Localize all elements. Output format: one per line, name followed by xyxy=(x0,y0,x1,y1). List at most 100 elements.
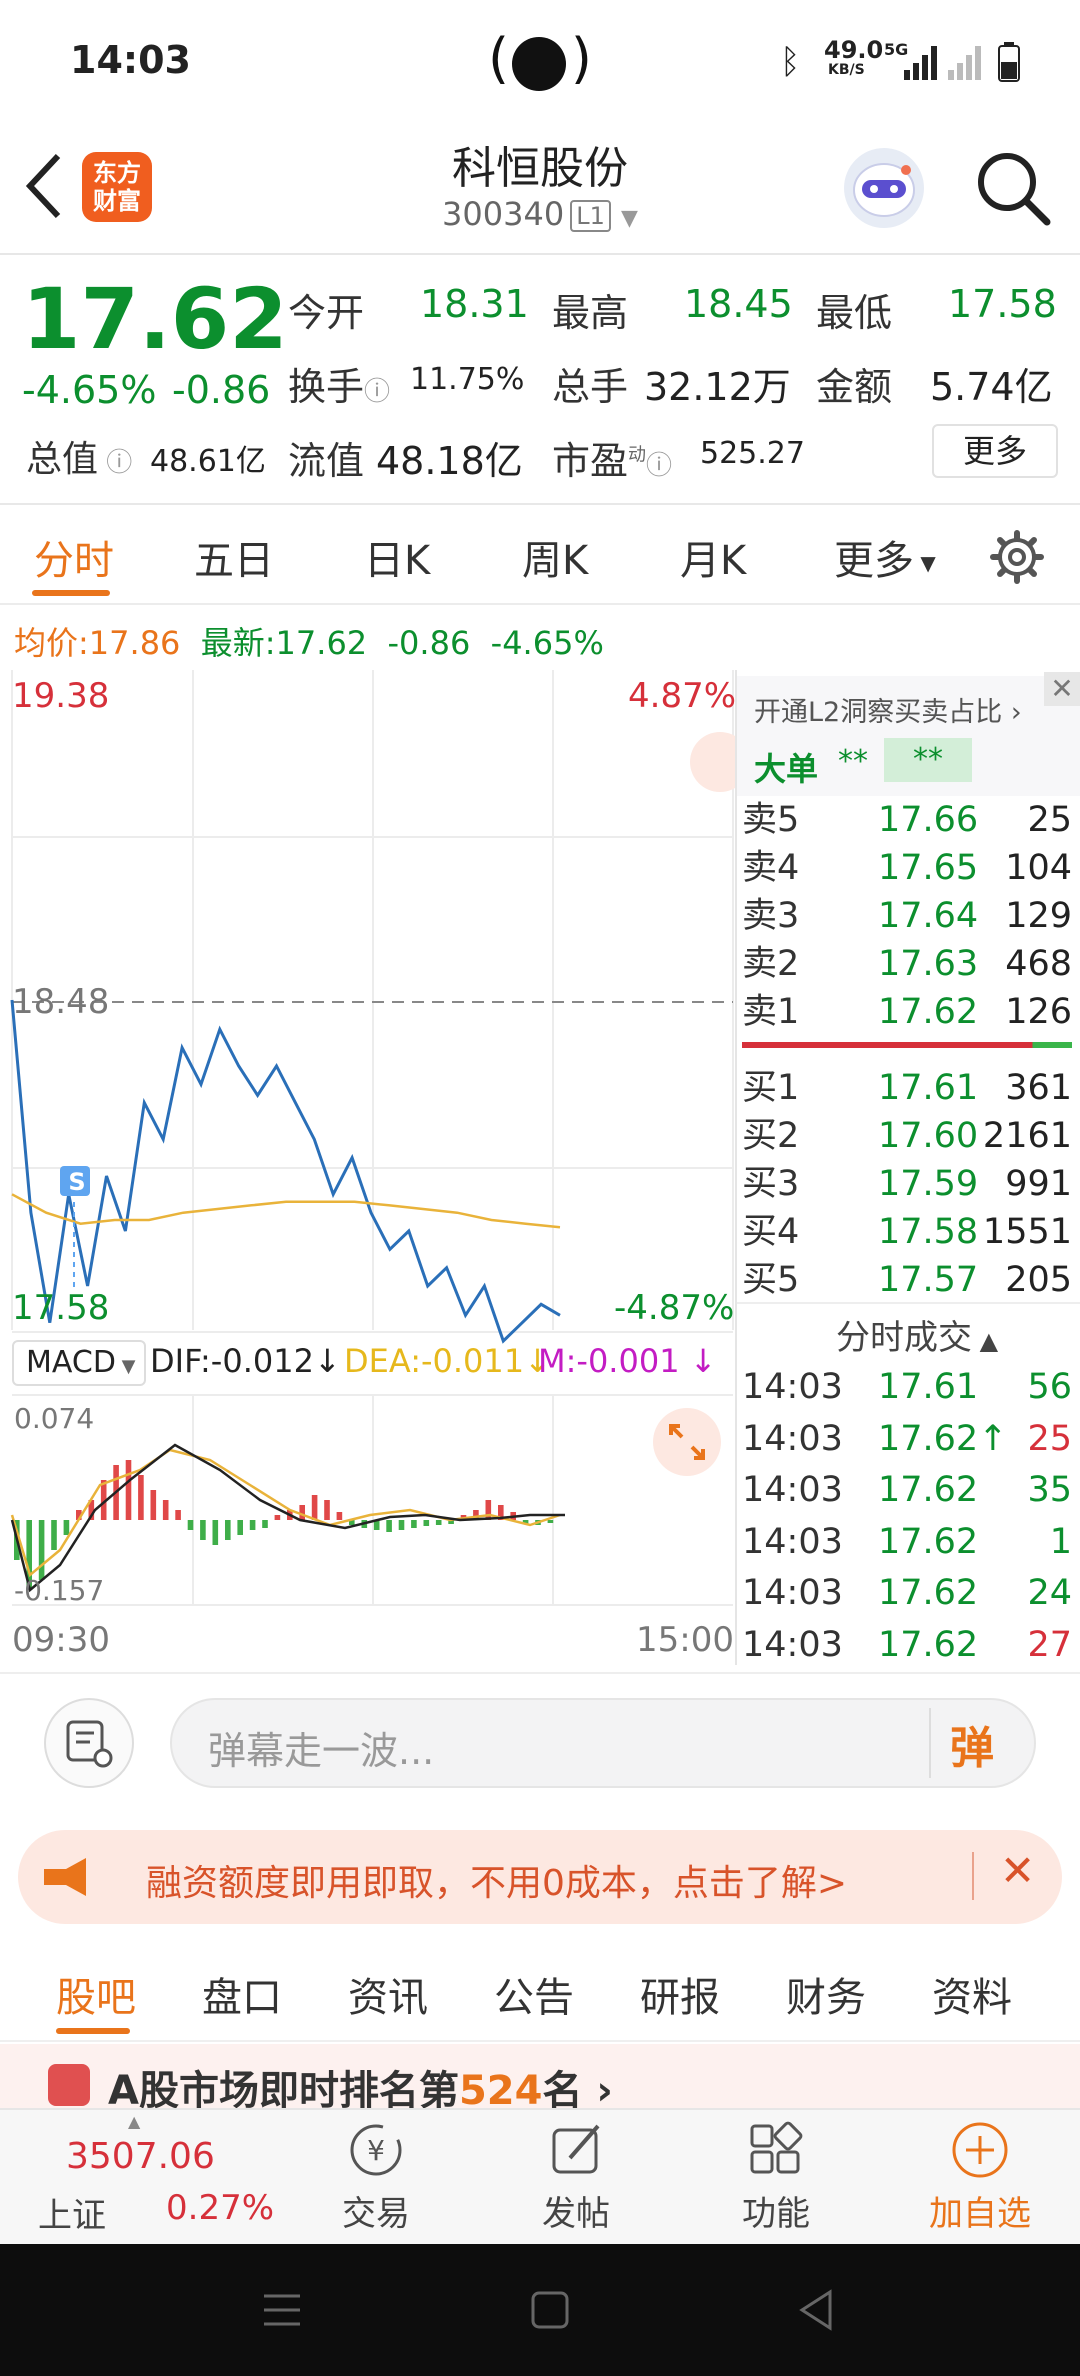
intraday-chart[interactable] xyxy=(0,670,735,1665)
plus-circle-icon xyxy=(952,2122,1008,2178)
macd-bar xyxy=(237,1520,243,1535)
time-axis-end: 15:00 xyxy=(636,1620,734,1660)
trade-button[interactable]: ¥ 交易 xyxy=(326,2118,426,2235)
status-time: 14:03 xyxy=(70,38,191,82)
home-nav-icon[interactable] xyxy=(530,2290,570,2330)
buy-row: 买2 17.60 2161 xyxy=(742,1112,1072,1160)
big-order-label: 大单 xyxy=(754,750,819,788)
row-volume: 27 xyxy=(1027,1624,1072,1665)
macd-bar xyxy=(187,1520,194,1530)
ranking-news[interactable]: A股市场即时排名第524名 › xyxy=(0,2044,1080,2114)
row-label: 14:03 xyxy=(742,1470,843,1510)
edit-icon xyxy=(552,2124,600,2174)
financing-banner[interactable]: 融资额度即用即取，不用0成本，点击了解> ✕ xyxy=(18,1830,1062,1924)
menu-nav-icon[interactable] xyxy=(262,2290,302,2330)
row-volume: 35 xyxy=(1027,1470,1072,1510)
search-icon[interactable] xyxy=(975,150,1051,226)
row-volume: 56 xyxy=(1027,1367,1072,1407)
trades-title[interactable]: 分时成交 ▲ xyxy=(836,1310,998,1359)
trade-row: 14:03 17.62 24 xyxy=(742,1568,1072,1620)
change-percent: -4.65% xyxy=(22,368,157,412)
trade-icon: ¥ xyxy=(350,2124,402,2176)
tab-orderbook[interactable]: 盘口 xyxy=(202,1965,282,2023)
post-button[interactable]: 发帖 xyxy=(526,2118,626,2235)
tab-daily-k[interactable]: 日K xyxy=(364,528,430,586)
row-price: 17.66 xyxy=(878,800,979,840)
tab-news[interactable]: 资讯 xyxy=(348,1965,428,2023)
back-nav-icon[interactable] xyxy=(796,2288,836,2332)
trade-row: 14:03 17.61 56 xyxy=(742,1362,1072,1414)
time-axis-start: 09:30 xyxy=(12,1620,110,1660)
bid-ask-ratio-bar xyxy=(742,1042,1072,1048)
row-price: 17.62 xyxy=(878,1573,979,1613)
index-change[interactable]: 0.27% xyxy=(166,2188,274,2228)
danmu-settings-icon[interactable] xyxy=(44,1698,134,1788)
mktcap-label: 总值 ⓘ xyxy=(26,439,133,480)
index-name[interactable]: 上证 xyxy=(38,2188,106,2237)
robot-assistant-icon[interactable] xyxy=(844,148,924,228)
active-tab-indicator xyxy=(32,590,110,596)
tab-more[interactable]: 更多 ▼ xyxy=(834,528,936,586)
row-volume: 129 xyxy=(1005,896,1072,936)
tab-weekly-k[interactable]: 周K xyxy=(522,528,588,586)
row-label: 买1 xyxy=(742,1068,800,1108)
row-price: 17.62 xyxy=(878,1521,979,1562)
tab-monthly-k[interactable]: 月K xyxy=(680,528,746,586)
macd-bar xyxy=(138,1475,144,1520)
macd-bar xyxy=(63,1520,70,1535)
indicator-selector[interactable]: MACD ▼ xyxy=(12,1340,146,1386)
index-value[interactable]: 3507.06 xyxy=(66,2136,215,2177)
macd-bar xyxy=(38,1520,45,1580)
macd-bar xyxy=(485,1500,492,1520)
amount-value: 5.74亿 xyxy=(930,365,1053,409)
row-price: 17.61 xyxy=(878,1068,979,1108)
system-icons: ᛒ 49.0 KB/S 5G xyxy=(780,36,1060,88)
settings-gear-icon[interactable] xyxy=(990,530,1044,584)
bottom-tab-indicator xyxy=(56,2028,130,2034)
y-axis-mid: 18.48 xyxy=(12,982,110,1022)
high-label: 最高 xyxy=(552,291,629,335)
close-banner-icon[interactable]: ✕ xyxy=(1000,1846,1035,1895)
add-watchlist-button[interactable]: 加自选 xyxy=(920,2118,1040,2235)
trade-row: 14:03 17.62↑ 25 xyxy=(742,1414,1072,1466)
row-label: 买3 xyxy=(742,1164,800,1204)
row-price: 17.61 xyxy=(878,1367,979,1407)
turnover-value: 11.75% xyxy=(410,362,525,397)
row-volume: 361 xyxy=(1005,1068,1072,1108)
volume-value: 32.12万 xyxy=(644,365,791,409)
row-price: 17.58 xyxy=(878,1212,979,1252)
row-label: 卖2 xyxy=(742,944,800,984)
average-price-line xyxy=(11,1193,561,1229)
close-l2-icon[interactable]: ✕ xyxy=(1044,672,1080,706)
macd-axis-bottom: -0.157 xyxy=(14,1574,105,1607)
macd-bar xyxy=(336,1512,343,1520)
sell-row: 卖4 17.65 104 xyxy=(742,844,1072,892)
row-label: 买4 xyxy=(742,1212,800,1252)
tab-forum[interactable]: 股吧 xyxy=(56,1965,136,2023)
y-axis-top: 19.38 xyxy=(12,676,110,716)
macd-bar xyxy=(175,1510,181,1520)
tab-announcements[interactable]: 公告 xyxy=(494,1965,574,2023)
buy-row: 买3 17.59 991 xyxy=(742,1160,1072,1208)
volume-label: 总手 xyxy=(552,365,629,409)
tab-research[interactable]: 研报 xyxy=(640,1965,720,2023)
features-button[interactable]: 功能 xyxy=(726,2118,826,2235)
mktcap-value: 48.61亿 xyxy=(150,444,266,479)
more-quote-button[interactable]: 更多 xyxy=(932,424,1058,478)
tab-profile[interactable]: 资料 xyxy=(932,1965,1012,2023)
big-order-value2: ** xyxy=(884,738,972,782)
danmu-input[interactable]: 弹幕走一波... xyxy=(170,1698,1036,1788)
row-price: 17.62 xyxy=(878,992,979,1032)
l2-promo-text[interactable]: 开通L2洞察买卖占比 › xyxy=(754,690,1022,729)
tab-intraday[interactable]: 分时 xyxy=(34,528,114,586)
pe-label: 市盈动ⓘ xyxy=(552,439,673,483)
macd-bar xyxy=(125,1460,132,1520)
row-volume: 2161 xyxy=(982,1116,1072,1156)
row-label: 14:03 xyxy=(742,1573,843,1613)
tab-five-day[interactable]: 五日 xyxy=(194,528,274,586)
macd-bar xyxy=(411,1520,417,1528)
tab-financials[interactable]: 财务 xyxy=(786,1965,866,2023)
danmu-toggle-button[interactable]: 弹 xyxy=(950,1712,994,1776)
trade-row: 14:03 17.62 35 xyxy=(742,1465,1072,1517)
amount-label: 金额 xyxy=(816,365,893,409)
